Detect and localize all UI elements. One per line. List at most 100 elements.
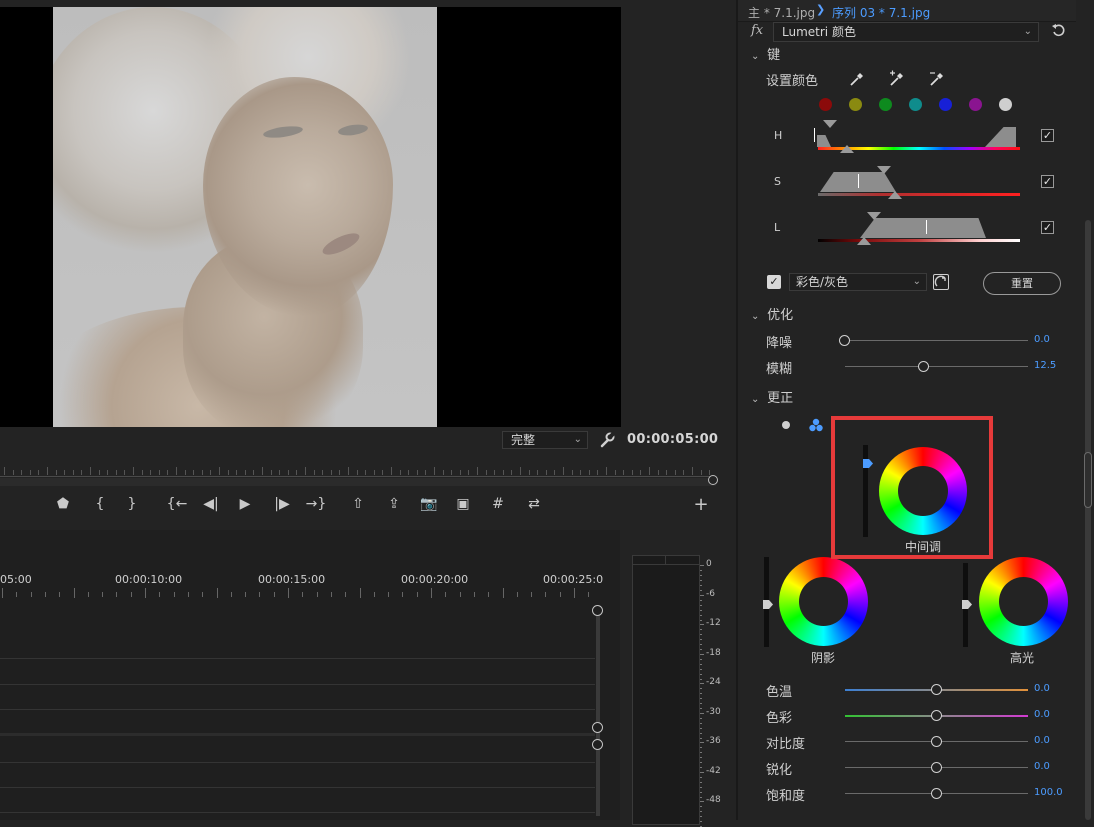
param-slider-handle[interactable] bbox=[930, 710, 942, 721]
color-swatch[interactable] bbox=[879, 98, 892, 111]
db-minor-tick bbox=[700, 580, 702, 581]
mark-out-button[interactable]: } bbox=[121, 490, 143, 518]
luminance-checkbox[interactable]: ✓ bbox=[1041, 221, 1054, 234]
param-slider[interactable] bbox=[845, 340, 1028, 341]
mark-in-button[interactable]: { bbox=[89, 490, 111, 518]
scroll-handle-bottom[interactable] bbox=[592, 722, 603, 733]
ruler-tick bbox=[316, 592, 318, 597]
invert-mask-icon[interactable] bbox=[933, 274, 949, 290]
highlights-color-wheel[interactable] bbox=[979, 557, 1068, 646]
single-wheel-mode-icon[interactable] bbox=[782, 421, 790, 429]
param-slider-handle[interactable] bbox=[930, 684, 942, 695]
luminance-slider[interactable] bbox=[818, 239, 1020, 242]
ruler-tick bbox=[330, 470, 332, 475]
export-frame-button[interactable]: 📷 bbox=[418, 490, 440, 518]
timeline-ruler[interactable]: 05:00 00:00:10:00 00:00:15:00 00:00:20:00 00… bbox=[0, 530, 603, 605]
hue-checkbox[interactable]: ✓ bbox=[1041, 129, 1054, 142]
shadows-color-wheel[interactable] bbox=[779, 557, 868, 646]
panel-scrollbar[interactable] bbox=[1082, 0, 1094, 820]
eyedropper-subtract-icon[interactable] bbox=[928, 70, 946, 88]
meter-peak-header[interactable] bbox=[633, 556, 699, 565]
param-value[interactable]: 0.0 bbox=[1034, 334, 1050, 345]
param-slider[interactable] bbox=[845, 366, 1028, 367]
video-audio-separator bbox=[0, 733, 595, 736]
luminance-bottom-handle[interactable] bbox=[857, 237, 871, 245]
tab-sequence-clip[interactable]: 序列 03 * 7.1.jpg bbox=[832, 4, 930, 21]
param-slider-handle[interactable] bbox=[917, 361, 929, 372]
param-value[interactable]: 12.5 bbox=[1034, 360, 1056, 371]
monitor-time-ruler[interactable] bbox=[0, 458, 720, 478]
color-swatch[interactable] bbox=[999, 98, 1012, 111]
show-mask-checkbox[interactable]: ✓ bbox=[767, 275, 781, 289]
param-slider-handle[interactable] bbox=[930, 762, 942, 773]
db-minor-tick bbox=[700, 781, 702, 783]
scrollbar-thumb[interactable] bbox=[1084, 452, 1092, 508]
color-swatch[interactable] bbox=[969, 98, 982, 111]
ruler-tick bbox=[574, 588, 575, 598]
saturation-bottom-handle[interactable] bbox=[888, 191, 902, 199]
extract-button[interactable]: ⇪ bbox=[383, 490, 405, 518]
tab-master-clip[interactable]: 主 * 7.1.jpg bbox=[748, 4, 815, 21]
shadows-luma-handle[interactable] bbox=[763, 598, 773, 609]
add-button[interactable]: + bbox=[690, 490, 712, 518]
mask-mode-select[interactable]: 彩色/灰色 ⌄ bbox=[789, 273, 927, 291]
param-value[interactable]: 0.0 bbox=[1034, 735, 1050, 746]
three-way-mode-icon[interactable] bbox=[808, 417, 824, 433]
go-to-out-button[interactable]: →} bbox=[305, 490, 327, 518]
param-value[interactable]: 0.0 bbox=[1034, 761, 1050, 772]
saturation-top-handle[interactable] bbox=[877, 166, 891, 174]
reset-effect-icon[interactable] bbox=[1051, 22, 1069, 40]
video-viewport[interactable] bbox=[0, 7, 621, 427]
playhead-timecode[interactable]: 00:00:05:00 bbox=[627, 432, 718, 447]
monitor-zoom-scrollbar[interactable] bbox=[0, 478, 716, 486]
ruler-tick bbox=[588, 592, 590, 597]
param-slider-handle[interactable] bbox=[930, 788, 942, 799]
scroll-handle-top[interactable] bbox=[592, 605, 603, 616]
fit-select[interactable]: 完整 ⌄ bbox=[502, 431, 588, 449]
lift-button[interactable]: ⇧ bbox=[347, 490, 369, 518]
saturation-checkbox[interactable]: ✓ bbox=[1041, 175, 1054, 188]
reset-button[interactable]: 重置 bbox=[983, 272, 1061, 295]
saturation-slider[interactable] bbox=[818, 193, 1020, 196]
color-swatch[interactable] bbox=[819, 98, 832, 111]
section-key[interactable]: ⌄ 键 bbox=[751, 44, 780, 63]
hue-top-handle[interactable] bbox=[823, 120, 837, 128]
hue-bottom-handle[interactable] bbox=[840, 145, 854, 153]
db-minor-tick bbox=[700, 614, 702, 616]
eyedropper-icon[interactable] bbox=[848, 70, 866, 88]
scroll-handle-top[interactable] bbox=[592, 739, 603, 750]
eyedropper-add-icon[interactable] bbox=[888, 70, 906, 88]
param-value[interactable]: 0.0 bbox=[1034, 709, 1050, 720]
wrench-icon[interactable] bbox=[599, 432, 615, 448]
ruler-tick bbox=[262, 467, 263, 475]
param-slider-handle[interactable] bbox=[930, 736, 942, 747]
param-value[interactable]: 0.0 bbox=[1034, 683, 1050, 694]
timeline-vertical-scrollbar[interactable] bbox=[592, 605, 604, 820]
db-minor-tick bbox=[700, 791, 702, 793]
color-swatch[interactable] bbox=[849, 98, 862, 111]
param-value[interactable]: 100.0 bbox=[1034, 787, 1063, 798]
color-swatch[interactable] bbox=[909, 98, 922, 111]
vr-video-button[interactable]: ⇄ bbox=[523, 490, 545, 518]
luminance-top-handle[interactable] bbox=[867, 212, 881, 220]
param-slider-handle[interactable] bbox=[839, 335, 850, 346]
db-minor-tick bbox=[700, 639, 702, 640]
go-to-in-button[interactable]: {← bbox=[166, 490, 188, 518]
ruler-tick bbox=[59, 592, 61, 597]
section-refine[interactable]: ⌄ 优化 bbox=[751, 304, 793, 323]
step-back-button[interactable]: ◀| bbox=[200, 490, 222, 518]
section-correction[interactable]: ⌄ 更正 bbox=[751, 387, 793, 406]
effect-select[interactable]: Lumetri 颜色 ⌄ bbox=[773, 22, 1039, 42]
section-refine-label: 优化 bbox=[767, 308, 794, 323]
zoom-handle[interactable] bbox=[708, 475, 718, 485]
timeline-tracks[interactable] bbox=[0, 605, 600, 820]
luminance-range[interactable] bbox=[860, 218, 986, 238]
step-forward-button[interactable]: |▶ bbox=[271, 490, 293, 518]
safe-margins-button[interactable]: # bbox=[487, 490, 509, 518]
comparison-view-button[interactable]: ▣ bbox=[452, 490, 474, 518]
play-button[interactable]: ▶ bbox=[234, 490, 256, 518]
ruler-tick bbox=[442, 470, 444, 475]
color-swatch[interactable] bbox=[939, 98, 952, 111]
highlights-luma-handle[interactable] bbox=[962, 598, 972, 609]
add-marker-button[interactable]: ⬟ bbox=[52, 490, 74, 518]
